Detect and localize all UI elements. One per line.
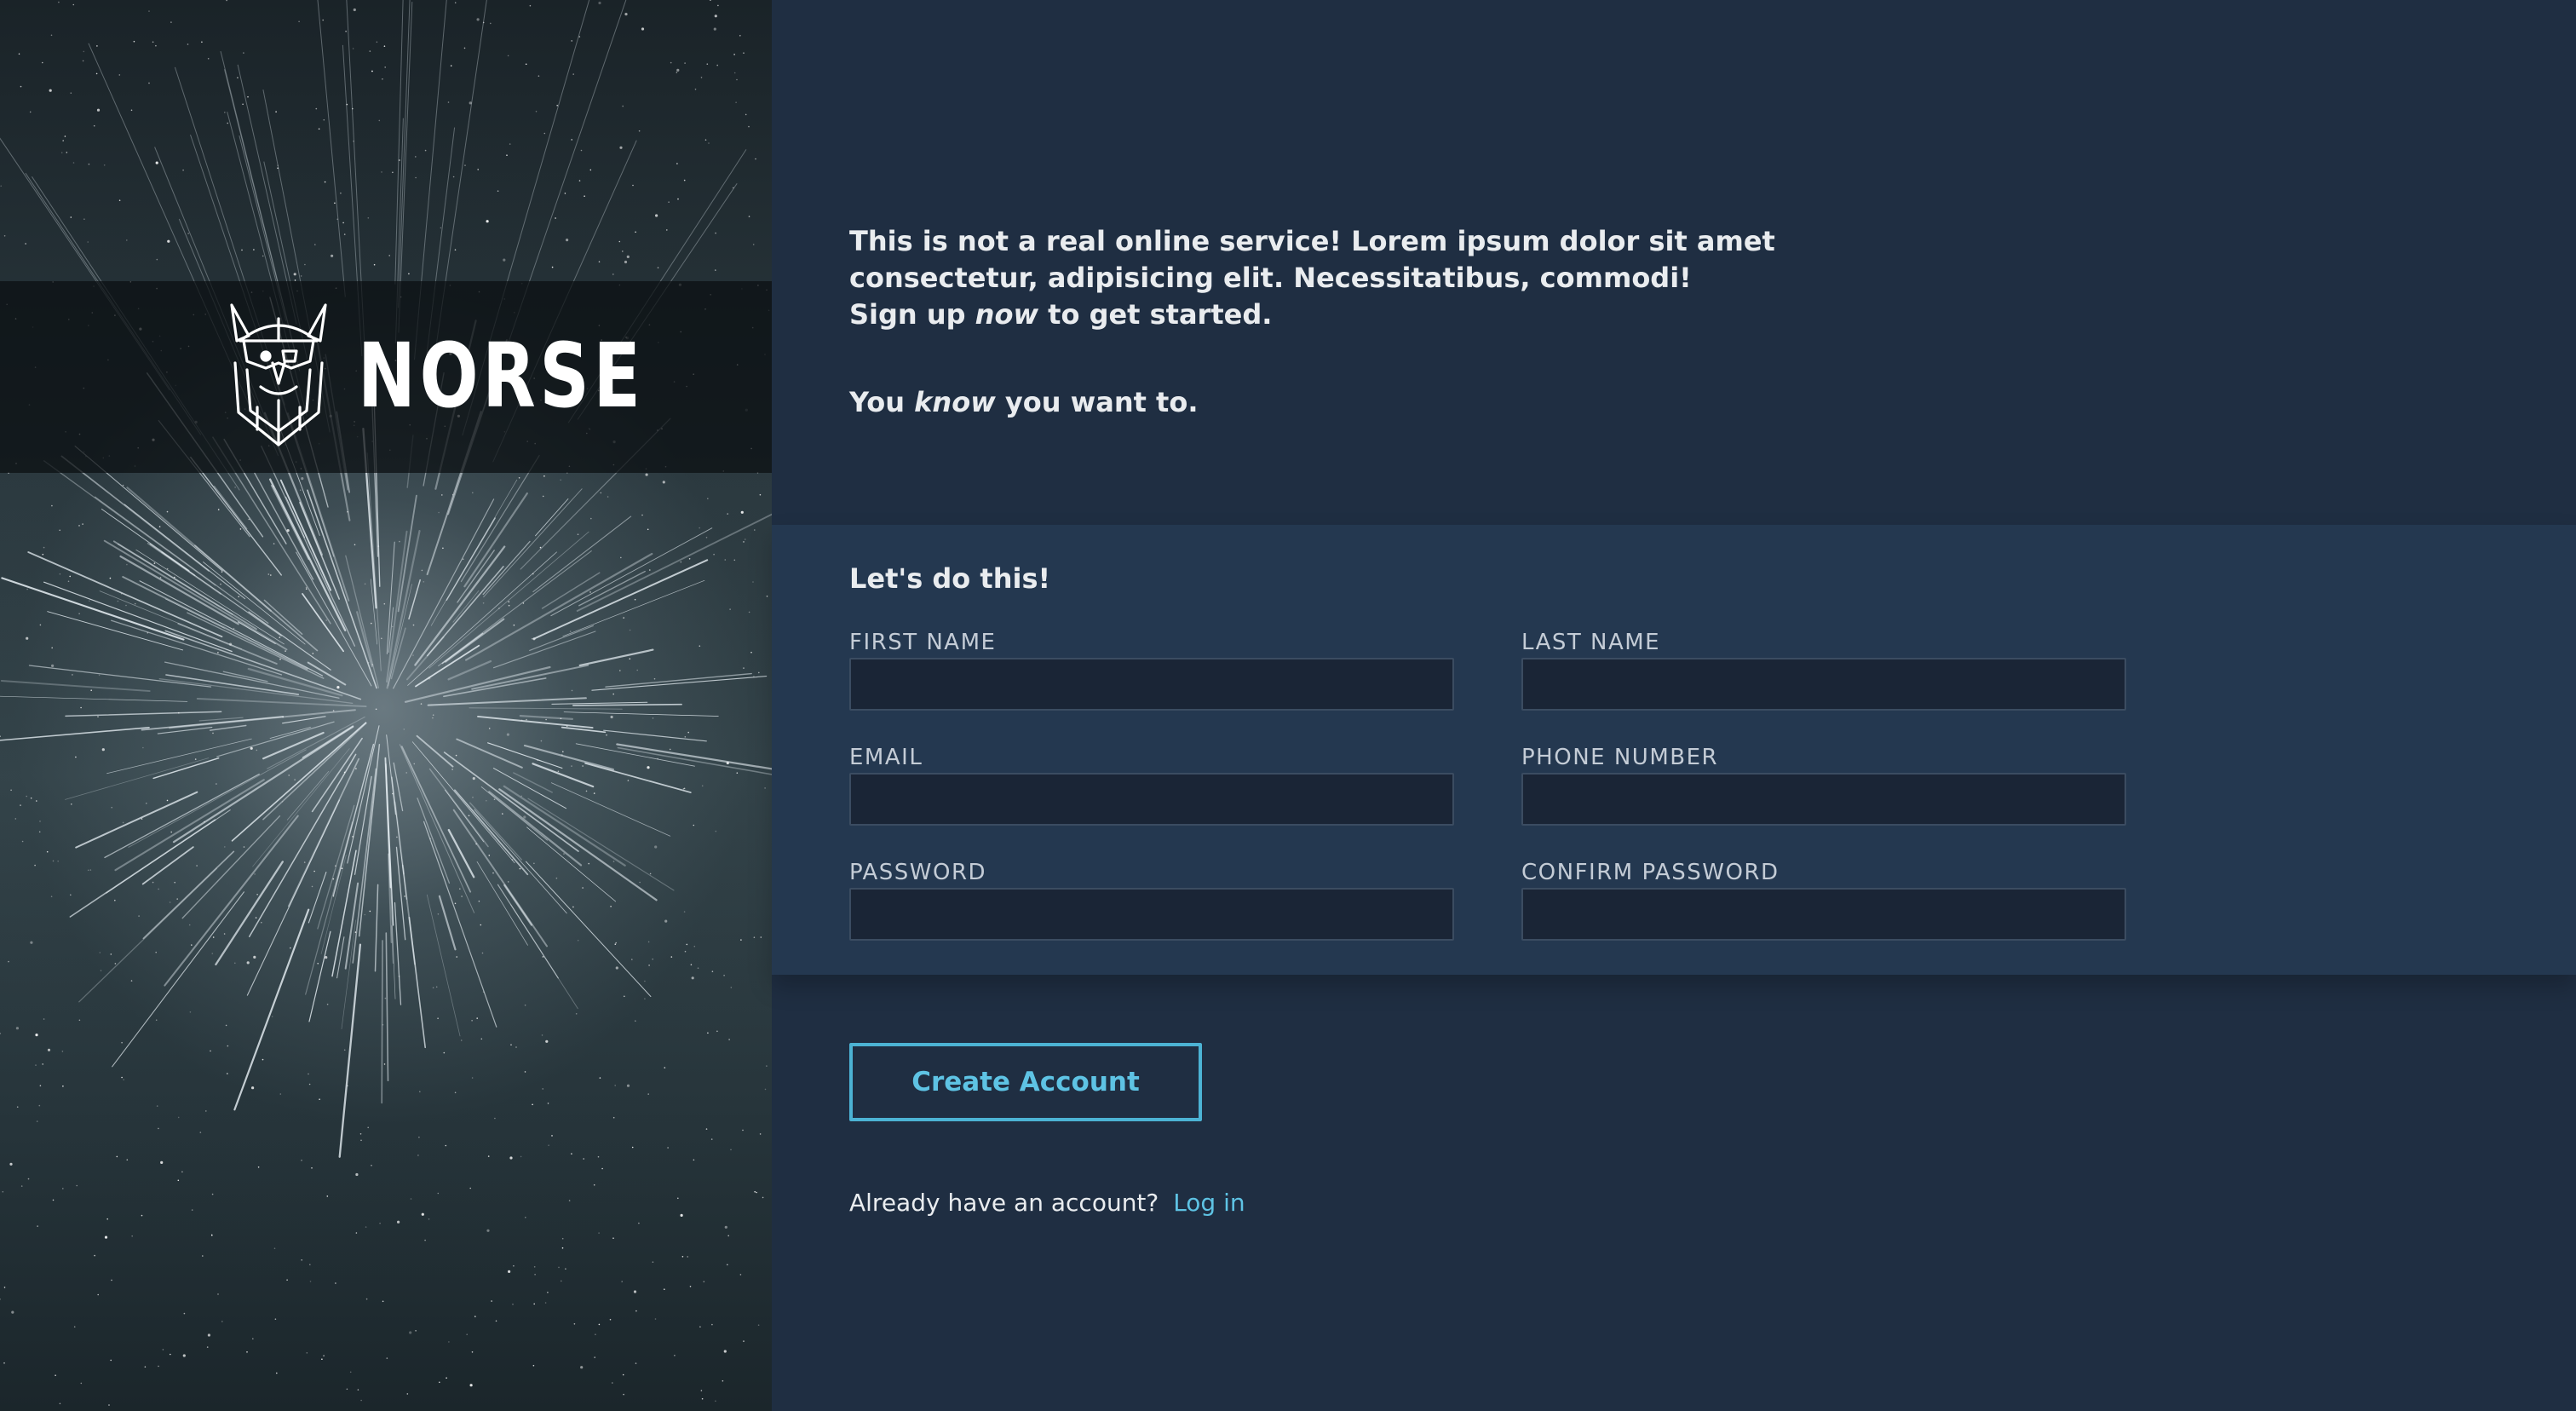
intro-know-emphasis: know (914, 386, 996, 418)
intro-signup-emphasis: now (975, 298, 1038, 331)
intro-signup-before: Sign up (849, 298, 966, 331)
login-link[interactable]: Log in (1173, 1189, 1245, 1217)
phone-number-label: PHONE NUMBER (1521, 745, 1719, 770)
intro-text: This is not a real online service! Lorem… (849, 223, 1957, 421)
login-prompt: Already have an account? Log in (849, 1188, 1245, 1218)
first-name-field: FIRST NAME (849, 629, 1454, 711)
logo-band: NORSE (0, 281, 772, 473)
phone-number-field: PHONE NUMBER (1521, 744, 2126, 826)
intro-paragraph-1: This is not a real online service! Lorem… (849, 223, 1957, 333)
intro-know-after: you want to. (1004, 386, 1199, 418)
starfield-background-image (0, 0, 772, 1406)
create-account-button[interactable]: Create Account (849, 1043, 1202, 1121)
login-prompt-text: Already have an account? (849, 1189, 1159, 1217)
confirm-password-input[interactable] (1521, 888, 2126, 941)
phone-number-input[interactable] (1521, 773, 2126, 826)
email-label: EMAIL (849, 745, 923, 770)
last-name-label: LAST NAME (1521, 630, 1661, 655)
first-name-input[interactable] (849, 658, 1454, 711)
viking-helmet-icon (230, 303, 327, 446)
intro-paragraph-2: You know you want to. (849, 384, 1957, 421)
email-field: EMAIL (849, 744, 1454, 826)
signup-form: Let's do this! FIRST NAME LAST NAME EMAI… (772, 525, 2576, 975)
password-field: PASSWORD (849, 859, 1454, 941)
password-label: PASSWORD (849, 860, 987, 885)
last-name-field: LAST NAME (1521, 629, 2126, 711)
confirm-password-label: CONFIRM PASSWORD (1521, 860, 1780, 885)
first-name-label: FIRST NAME (849, 630, 997, 655)
form-heading: Let's do this! (849, 562, 1051, 595)
intro-signup-after: to get started. (1048, 298, 1273, 331)
email-input[interactable] (849, 773, 1454, 826)
confirm-password-field: CONFIRM PASSWORD (1521, 859, 2126, 941)
brand-name: NORSE (358, 324, 645, 428)
hero-image-panel: NORSE (0, 0, 772, 1411)
last-name-input[interactable] (1521, 658, 2126, 711)
password-input[interactable] (849, 888, 1454, 941)
intro-line-1: This is not a real online service! Lorem… (849, 225, 1775, 294)
intro-know-before: You (849, 386, 905, 418)
